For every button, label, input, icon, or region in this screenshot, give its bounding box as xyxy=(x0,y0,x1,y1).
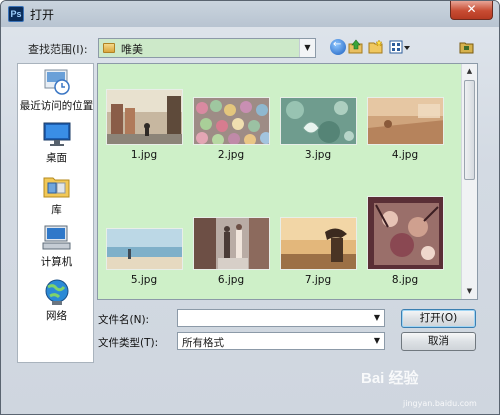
file-thumbnail xyxy=(279,217,357,270)
place-libraries[interactable]: 库 xyxy=(18,172,95,217)
lookin-dropdown[interactable]: 唯美 ▼ xyxy=(98,38,316,58)
place-label: 桌面 xyxy=(46,152,67,164)
open-button[interactable]: 打开(O) xyxy=(401,309,476,328)
libraries-icon xyxy=(42,172,72,200)
recent-places-icon xyxy=(42,68,72,96)
cancel-button[interactable]: 取消 xyxy=(401,332,476,351)
scroll-down-icon[interactable]: ▼ xyxy=(462,284,477,299)
chevron-down-icon[interactable]: ▼ xyxy=(374,313,380,322)
file-name: 5.jpg xyxy=(130,274,158,286)
file-thumbnail xyxy=(366,97,444,145)
place-label: 库 xyxy=(51,204,62,216)
folder-icon xyxy=(103,43,115,53)
vertical-scrollbar[interactable]: ▲ ▼ xyxy=(461,64,477,299)
file-thumbnail xyxy=(105,89,183,145)
filename-label: 文件名(N): xyxy=(98,314,150,326)
file-thumbnail xyxy=(105,228,183,270)
computer-icon xyxy=(42,224,72,252)
place-computer[interactable]: 计算机 xyxy=(18,224,95,269)
close-button[interactable]: ✕ xyxy=(450,1,493,20)
chevron-down-icon[interactable]: ▼ xyxy=(374,336,380,345)
place-label: 最近访问的位置 xyxy=(19,100,94,112)
up-folder-icon[interactable] xyxy=(348,39,364,55)
file-thumbnail xyxy=(192,97,270,145)
file-thumbnail xyxy=(192,217,270,270)
file-thumbnail xyxy=(279,97,357,145)
place-label: 网络 xyxy=(46,310,67,322)
baidu-watermark: Bai 经验 xyxy=(361,370,419,387)
places-bar: 最近访问的位置 桌面 库 计算机 网络 xyxy=(17,63,94,363)
new-folder-icon[interactable] xyxy=(368,39,384,55)
file-item[interactable]: 2.jpg xyxy=(191,97,271,161)
file-name: 1.jpg xyxy=(130,149,158,161)
desktop-icon[interactable] xyxy=(459,39,475,55)
window-title: 打开 xyxy=(30,8,55,22)
baidu-watermark-url: jingyan.baidu.com xyxy=(403,399,477,408)
file-name: 2.jpg xyxy=(217,149,245,161)
scroll-up-icon[interactable]: ▲ xyxy=(462,64,477,79)
file-item[interactable]: 5.jpg xyxy=(104,228,184,286)
view-menu-icon[interactable] xyxy=(389,39,411,55)
lookin-label: 查找范围(I): xyxy=(28,43,88,56)
scroll-thumb[interactable] xyxy=(464,80,475,180)
lookin-value: 唯美 xyxy=(121,43,143,56)
file-item[interactable]: 4.jpg xyxy=(365,97,445,161)
file-name: 6.jpg xyxy=(217,274,245,286)
file-name: 8.jpg xyxy=(391,274,419,286)
file-item[interactable]: 1.jpg xyxy=(104,89,184,161)
file-item[interactable]: 8.jpg xyxy=(365,196,445,286)
file-item[interactable]: 3.jpg xyxy=(278,97,358,161)
network-icon xyxy=(42,278,72,306)
place-recent[interactable]: 最近访问的位置 xyxy=(18,68,95,113)
filename-input[interactable]: ▼ xyxy=(177,309,385,327)
desktop-icon xyxy=(42,120,72,148)
place-desktop[interactable]: 桌面 xyxy=(18,120,95,165)
back-icon[interactable] xyxy=(330,39,346,55)
place-label: 计算机 xyxy=(40,256,73,268)
chevron-down-icon[interactable]: ▼ xyxy=(299,39,315,57)
photoshop-icon: Ps xyxy=(8,6,24,22)
file-item[interactable]: 6.jpg xyxy=(191,217,271,286)
file-list[interactable]: 1.jpg 2.jpg 3.jpg 4.jpg 5.jpg 6.jpg 7.jp… xyxy=(97,63,478,300)
filetype-value: 所有格式 xyxy=(182,337,224,349)
open-file-dialog: Ps 打开 ✕ 查找范围(I): 唯美 ▼ ← 最近访问的位置 桌面 库 计算机… xyxy=(0,0,500,415)
file-thumbnail xyxy=(366,196,444,270)
title-bar[interactable]: Ps 打开 ✕ xyxy=(1,1,499,27)
file-item[interactable]: 7.jpg xyxy=(278,217,358,286)
filetype-dropdown[interactable]: 所有格式 ▼ xyxy=(177,332,385,350)
file-name: 7.jpg xyxy=(304,274,332,286)
file-name: 3.jpg xyxy=(304,149,332,161)
file-name: 4.jpg xyxy=(391,149,419,161)
place-network[interactable]: 网络 xyxy=(18,278,95,323)
filetype-label: 文件类型(T): xyxy=(98,337,159,349)
